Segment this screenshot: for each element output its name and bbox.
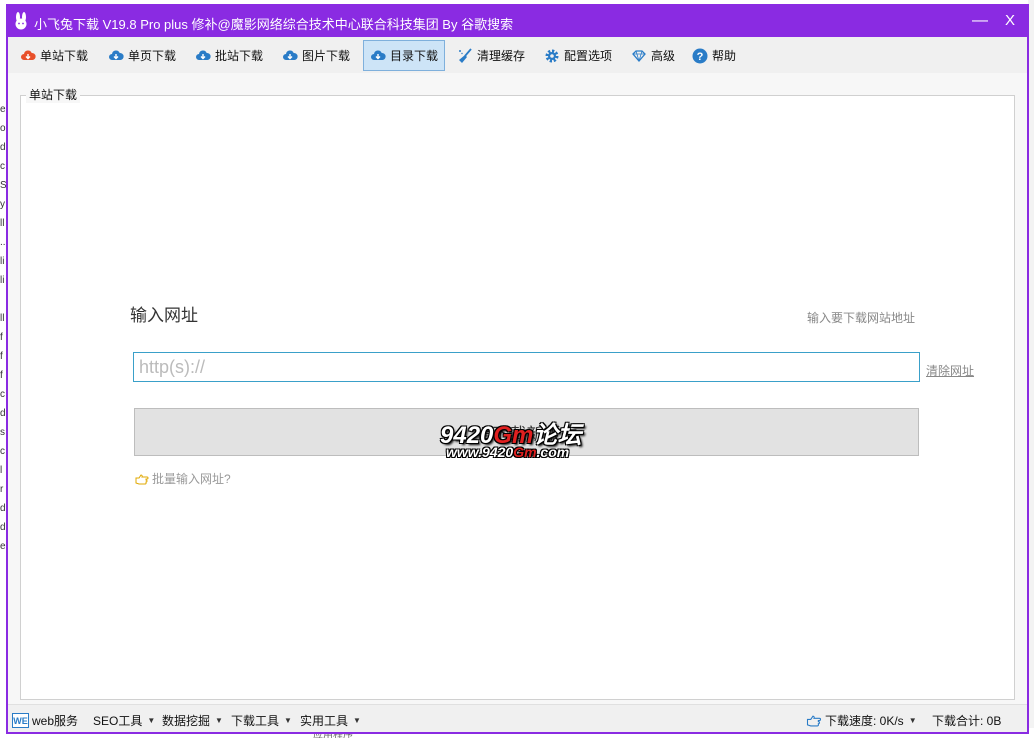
toolbar-single-page-download[interactable]: 单页下载	[102, 40, 182, 71]
window-title: 小飞兔下载 V19.8 Pro plus 修补@魔影网络综合技术中心联合科技集团…	[34, 17, 514, 32]
utility-tools-label: 实用工具	[300, 714, 349, 728]
pointing-hand-icon	[135, 473, 149, 484]
toolbar-label: 单页下载	[128, 49, 177, 63]
help-icon: ?	[692, 48, 708, 63]
main-content: 输入网址 输入要下载网站地址 http(s):// 清除网址 请下载新版本 批量…	[8, 73, 1027, 704]
download-speed-label: 下载速度: 0K/s	[825, 714, 904, 728]
minimize-button[interactable]: —	[965, 10, 995, 32]
download-tools-label: 下载工具	[231, 714, 280, 728]
download-total: 下载合计: 0B	[932, 712, 1001, 729]
title-bar[interactable]: 小飞兔下载 V19.8 Pro plus 修补@魔影网络综合技术中心联合科技集团…	[8, 6, 1027, 37]
toolbar-label: 帮助	[712, 49, 737, 63]
chevron-down-icon: ▼	[215, 716, 223, 725]
toolbar-clear-cache[interactable]: 清理缓存	[451, 40, 531, 71]
broom-icon	[459, 47, 472, 63]
toolbar-label: 图片下载	[302, 49, 351, 63]
cloud-download-icon	[371, 49, 386, 60]
cloud-download-icon	[283, 49, 298, 60]
status-bar: WE web服务 SEO工具 ▼ 数据挖掘 ▼ 下载工具 ▼ 实用工具 ▼ 下载速度: …	[8, 704, 1027, 732]
toolbar-single-site-download[interactable]: 单站下载	[14, 40, 94, 71]
web-service-label: web服务	[32, 714, 79, 728]
toolbar-batch-site-download[interactable]: 批站下载	[189, 40, 269, 71]
toolbar-label: 清理缓存	[477, 49, 526, 63]
toolbar-label: 目录下载	[390, 49, 439, 63]
batch-input-link[interactable]: 批量输入网址?	[135, 470, 231, 487]
rabbit-app-icon	[15, 12, 27, 30]
download-speed[interactable]: 下载速度: 0K/s ▼	[806, 712, 917, 729]
toolbar-image-download[interactable]: 图片下载	[276, 40, 356, 71]
chevron-down-icon: ▼	[353, 716, 361, 725]
cloud-download-red-icon	[21, 49, 36, 60]
batch-input-label: 批量输入网址?	[152, 472, 231, 486]
clear-url-link[interactable]: 清除网址	[926, 362, 974, 379]
toolbar-directory-download[interactable]: 目录下载	[363, 40, 446, 71]
chevron-down-icon: ▼	[908, 716, 917, 725]
url-hint: 输入要下载网站地址	[807, 311, 916, 325]
data-mining-menu[interactable]: 数据挖掘 ▼	[162, 712, 223, 729]
cloud-download-icon	[109, 49, 124, 60]
seo-tools-menu[interactable]: SEO工具 ▼	[93, 712, 155, 729]
cloud-download-icon	[196, 49, 211, 60]
close-button[interactable]: X	[995, 10, 1025, 32]
download-new-version-button[interactable]: 请下载新版本	[134, 408, 919, 456]
svg-text:?: ?	[697, 51, 704, 63]
toolbar-label: 高级	[651, 49, 676, 63]
web-service-menu[interactable]: WE web服务	[12, 712, 78, 729]
download-total-label: 下载合计: 0B	[932, 714, 1002, 728]
data-mining-label: 数据挖掘	[162, 714, 211, 728]
single-site-groupbox: 输入网址 输入要下载网站地址 http(s):// 清除网址 请下载新版本 批量…	[20, 95, 1015, 700]
toolbar-label: 配置选项	[564, 49, 613, 63]
toolbar-help[interactable]: ? 帮助	[686, 40, 742, 71]
seo-tools-label: SEO工具	[93, 714, 143, 728]
url-placeholder: http(s)://	[139, 356, 206, 377]
utility-tools-menu[interactable]: 实用工具 ▼	[300, 712, 361, 729]
diamond-icon	[632, 49, 646, 62]
toolbar-config-options[interactable]: 配置选项	[538, 40, 618, 71]
chevron-down-icon: ▼	[147, 716, 156, 725]
url-input[interactable]: http(s)://	[133, 352, 920, 382]
toolbar-label: 批站下载	[215, 49, 264, 63]
download-tools-menu[interactable]: 下载工具 ▼	[231, 712, 292, 729]
toolbar-label: 单站下载	[40, 49, 89, 63]
url-label: 输入网址	[130, 306, 198, 325]
gear-icon	[545, 49, 559, 62]
app-window: 小飞兔下载 V19.8 Pro plus 修补@魔影网络综合技术中心联合科技集团…	[6, 4, 1029, 734]
toolbar-advanced[interactable]: 高级	[625, 40, 681, 71]
groupbox-title: 单站下载	[26, 86, 81, 103]
toolbar: 单站下载 单页下载 批站下载 图片下载 目录下载 清理缓存 配置选项 高级 ? …	[8, 37, 1027, 73]
pointing-hand-icon	[806, 715, 822, 727]
chevron-down-icon: ▼	[284, 716, 292, 725]
svg-text:WE: WE	[13, 716, 28, 726]
web-service-icon: WE	[12, 713, 29, 728]
